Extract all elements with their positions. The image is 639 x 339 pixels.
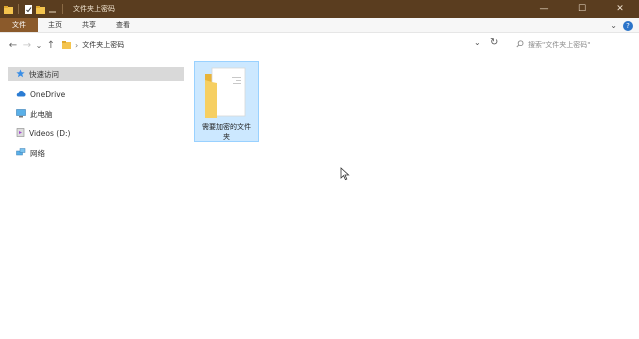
chevron-right-icon: ›	[75, 40, 79, 50]
star-icon	[16, 68, 25, 80]
help-icon[interactable]: ?	[623, 20, 633, 31]
address-row: ← → ⌄ ↑ › 文件夹上密码 ⌄ ↻ 搜索"文件夹上密码"	[0, 34, 639, 56]
network-icon	[16, 147, 26, 159]
sidebar-item-videos-drive[interactable]: Videos (D:)	[8, 126, 184, 140]
tab-view[interactable]: 查看	[106, 18, 140, 32]
mouse-cursor-icon	[340, 167, 350, 183]
sidebar-item-label: OneDrive	[30, 89, 66, 99]
up-button[interactable]: ↑	[44, 38, 58, 52]
sidebar-item-onedrive[interactable]: OneDrive	[8, 87, 184, 101]
folder-item[interactable]: 需要加密的文件 夹	[194, 61, 259, 142]
folder-icon	[203, 66, 249, 122]
refresh-button[interactable]: ↻	[490, 37, 498, 48]
tab-file[interactable]: 文件	[0, 18, 38, 32]
search-icon	[516, 40, 524, 50]
back-button[interactable]: ←	[6, 38, 20, 52]
folder-name: 需要加密的文件 夹	[202, 123, 251, 141]
recent-locations-button[interactable]: ⌄	[34, 38, 44, 52]
properties-icon[interactable]	[24, 4, 33, 14]
address-bar[interactable]: › 文件夹上密码	[62, 38, 502, 52]
cloud-icon	[16, 90, 26, 99]
tab-home[interactable]: 主页	[38, 18, 72, 32]
sidebar-item-label: 此电脑	[30, 109, 53, 119]
new-folder-icon[interactable]	[36, 5, 45, 14]
navigation-pane: 快速访问 OneDrive 此电脑 Videos (D:) 网络	[0, 60, 190, 339]
folder-icon	[4, 5, 13, 14]
breadcrumb[interactable]: 文件夹上密码	[82, 40, 124, 50]
drive-icon	[16, 127, 25, 139]
address-dropdown-button[interactable]: ⌄	[474, 38, 481, 47]
quick-access-toolbar	[0, 0, 65, 18]
close-button[interactable]: ✕	[601, 0, 639, 18]
sidebar-item-label: 网络	[30, 148, 45, 158]
minimize-button[interactable]: —	[525, 0, 563, 18]
folder-icon	[62, 40, 71, 51]
customize-quick-access-icon[interactable]	[48, 5, 57, 14]
window-title: 文件夹上密码	[73, 5, 115, 13]
search-placeholder: 搜索"文件夹上密码"	[528, 41, 591, 49]
sidebar-item-label: Videos (D:)	[29, 128, 71, 138]
tab-share[interactable]: 共享	[72, 18, 106, 32]
ribbon-tabs: 文件 主页 共享 查看 ⌄ ?	[0, 18, 639, 33]
window-controls: — ☐ ✕	[525, 0, 639, 18]
sidebar-item-quick-access[interactable]: 快速访问	[8, 67, 184, 81]
expand-ribbon-icon[interactable]: ⌄	[610, 21, 617, 30]
forward-button[interactable]: →	[20, 38, 34, 52]
search-box[interactable]: 搜索"文件夹上密码"	[516, 38, 632, 52]
sidebar-item-network[interactable]: 网络	[8, 146, 184, 160]
sidebar-item-label: 快速访问	[29, 69, 59, 79]
sidebar-item-this-pc[interactable]: 此电脑	[8, 107, 184, 121]
maximize-button[interactable]: ☐	[563, 0, 601, 18]
computer-icon	[16, 108, 26, 120]
title-bar: 文件夹上密码 — ☐ ✕	[0, 0, 639, 18]
